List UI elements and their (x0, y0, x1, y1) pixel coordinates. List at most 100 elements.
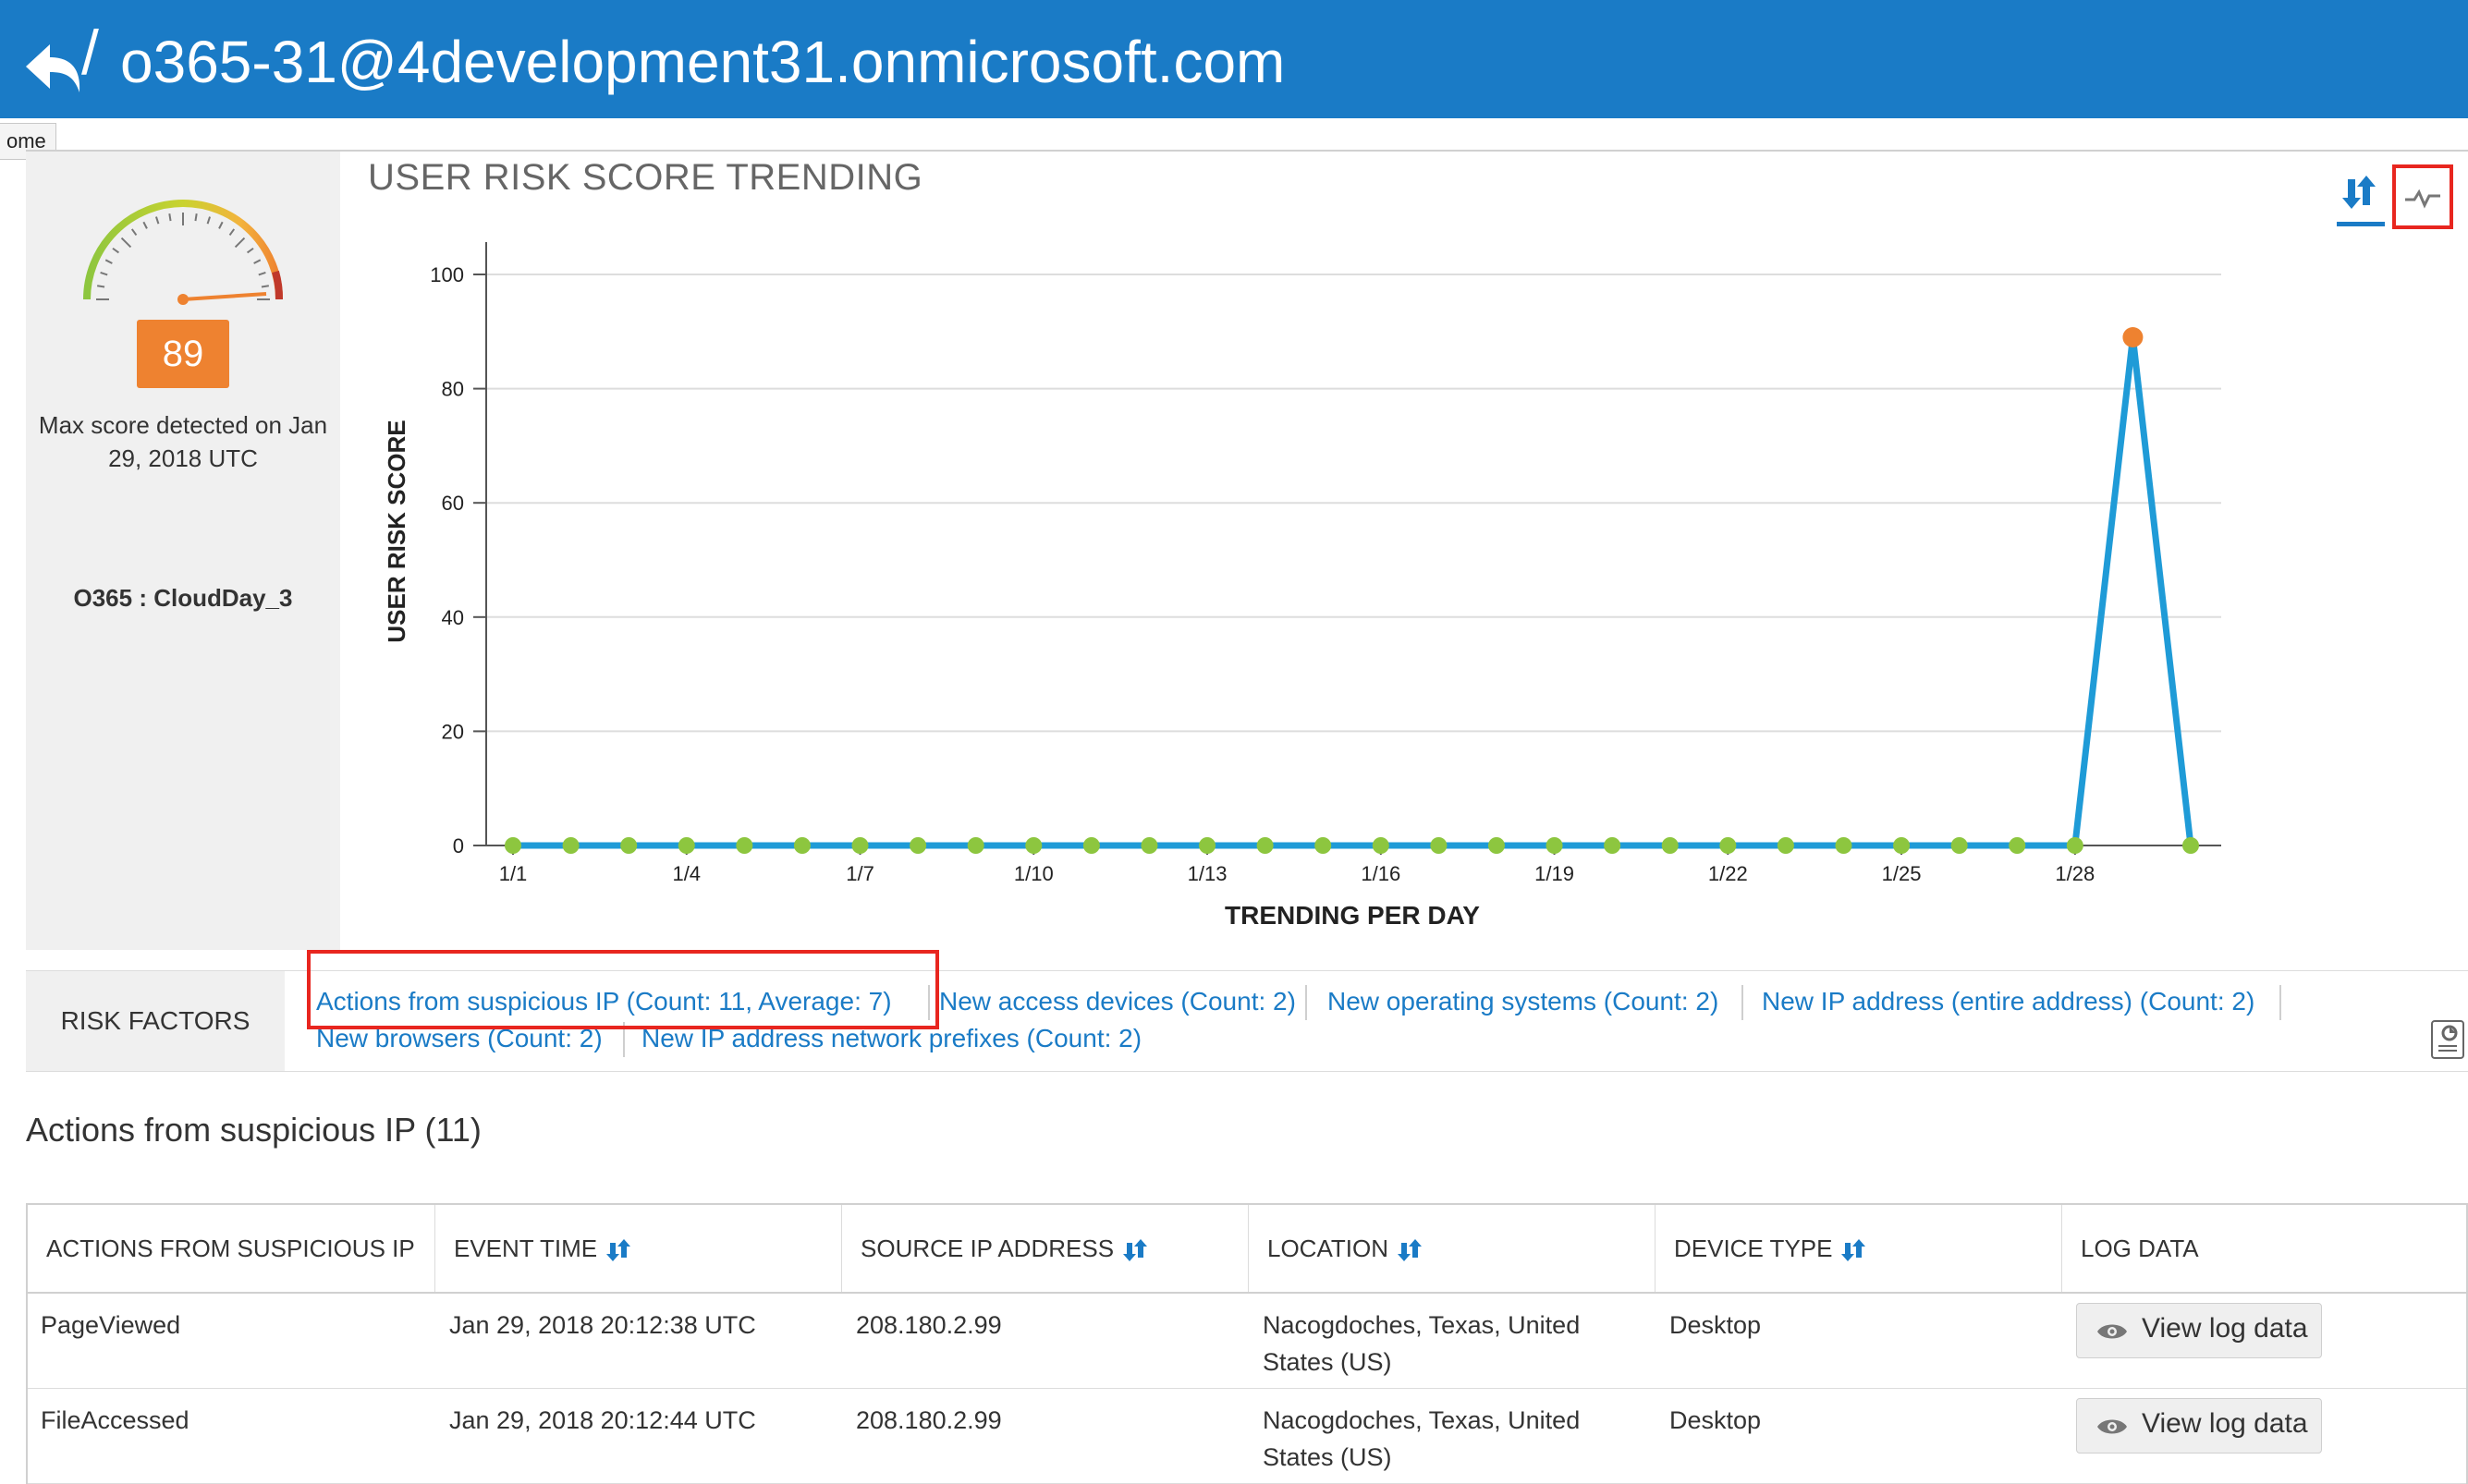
gauge-tick (155, 216, 160, 225)
line-chart-toggle-button[interactable] (2392, 164, 2453, 229)
x-tick-label: 1/7 (846, 862, 874, 885)
column-header-source-ip[interactable]: SOURCE IP ADDRESS (841, 1205, 1248, 1292)
data-point (2009, 837, 2026, 854)
chart-title: USER RISK SCORE TRENDING (368, 157, 923, 198)
data-point (1835, 837, 1852, 854)
risk-factor-suspicious-ip[interactable]: Actions from suspicious IP (Count: 11, A… (316, 987, 892, 1016)
y-tick-label: 100 (430, 263, 464, 286)
x-tick-label: 1/25 (1882, 862, 1922, 885)
column-header-log-data: LOG DATA (2061, 1205, 2468, 1292)
series-line (513, 334, 2194, 849)
data-point (678, 837, 695, 854)
gauge-tick (218, 221, 224, 229)
data-point (1430, 837, 1448, 854)
data-point (910, 837, 927, 854)
sort-icon[interactable] (605, 1237, 632, 1263)
data-point (851, 837, 869, 854)
gauge-tick (253, 259, 262, 264)
data-point (2122, 326, 2144, 347)
data-point (793, 837, 811, 854)
divider (26, 150, 2468, 152)
gauge-tick (206, 216, 211, 225)
x-axis-label: TRENDING PER DAY (1225, 901, 1480, 930)
gauge-tick (168, 213, 172, 222)
gauge-tick (104, 259, 113, 264)
y-tick-label: 20 (442, 720, 464, 743)
gauge-tick (100, 272, 108, 276)
cell-device-type: Desktop (1669, 1311, 1762, 1339)
data-point (1141, 837, 1158, 854)
cell-source-ip: 208.180.2.99 (856, 1406, 1002, 1434)
data-point (562, 837, 580, 854)
data-point (1314, 837, 1332, 854)
sort-icon[interactable] (1839, 1237, 1867, 1263)
risk-gauge-icon (83, 200, 284, 305)
data-point (1546, 837, 1563, 854)
separator (1741, 985, 1743, 1020)
cell-source-ip: 208.180.2.99 (856, 1311, 1002, 1339)
gauge-tick (234, 237, 246, 249)
sort-icon[interactable] (1396, 1237, 1423, 1263)
risk-factors-label: RISK FACTORS (60, 1006, 250, 1035)
separator (928, 985, 930, 1020)
gauge-tick (112, 247, 120, 254)
y-tick-label: 80 (442, 378, 464, 401)
page-title: o365-31@4development31.onmicrosoft.com (120, 29, 1286, 95)
report-icon[interactable] (2431, 1020, 2464, 1059)
x-tick-label: 1/10 (1014, 862, 1054, 885)
gauge-tick (130, 228, 138, 237)
view-log-data-button[interactable]: View log data (2076, 1398, 2322, 1454)
cell-action: PageViewed (41, 1311, 181, 1339)
risk-factor-new-ip-address[interactable]: New IP address (entire address) (Count: … (1762, 987, 2254, 1016)
gauge-tick (120, 237, 132, 249)
sort-chart-toggle-button[interactable] (2337, 168, 2385, 226)
risk-factor-new-ip-prefixes[interactable]: New IP address network prefixes (Count: … (641, 1024, 1142, 1053)
back-arrow-icon[interactable] (22, 39, 89, 98)
data-point (2182, 837, 2199, 854)
cell-location: Nacogdoches, Texas, United States (US) (1263, 1406, 1581, 1471)
data-point (1604, 837, 1621, 854)
y-tick-label: 0 (453, 834, 464, 858)
y-tick-label: 60 (442, 492, 464, 515)
x-tick-label: 1/13 (1188, 862, 1228, 885)
separator (1305, 985, 1307, 1020)
sort-arrows-icon (2342, 176, 2376, 209)
risk-factor-new-os[interactable]: New operating systems (Count: 2) (1327, 987, 1718, 1016)
cell-location: Nacogdoches, Texas, United States (US) (1263, 1311, 1581, 1376)
data-point (1893, 837, 1911, 854)
eye-icon (2097, 1324, 2127, 1339)
sort-icon[interactable] (1121, 1237, 1149, 1263)
x-tick-label: 1/28 (2055, 862, 2095, 885)
gauge-tick (194, 213, 198, 222)
risk-factor-new-browsers[interactable]: New browsers (Count: 2) (316, 1024, 603, 1053)
data-point (620, 837, 638, 854)
suspicious-ip-table: ACTIONS FROM SUSPICIOUS IP EVENT TIME SO… (26, 1203, 2468, 1484)
y-tick-label: 40 (442, 606, 464, 629)
cell-device-type: Desktop (1669, 1406, 1762, 1434)
gauge-tick (246, 247, 254, 254)
gauge-tick (228, 228, 236, 237)
table-row: FileAccessed Jan 29, 2018 20:12:44 UTC 2… (28, 1389, 2466, 1484)
data-point (1950, 837, 1968, 854)
view-log-data-button[interactable]: View log data (2076, 1303, 2322, 1358)
data-point (2066, 837, 2083, 854)
section-title: Actions from suspicious IP (11) (26, 1111, 482, 1149)
column-header-event-time[interactable]: EVENT TIME (434, 1205, 841, 1292)
risk-trend-chart: 0 20 40 60 80 100 1/1 1/4 1/7 1/10 1/13 1/16 1/19 1/… (383, 242, 2221, 930)
data-point (505, 837, 521, 854)
data-point (1199, 837, 1216, 854)
separator (2279, 985, 2281, 1020)
gauge-tick (142, 221, 148, 229)
breadcrumb-separator: / (81, 18, 99, 88)
x-tick-label: 1/4 (672, 862, 701, 885)
risk-factors-row: RISK FACTORS (26, 970, 2468, 1072)
column-header-device-type[interactable]: DEVICE TYPE (1655, 1205, 2061, 1292)
x-tick-label: 1/19 (1534, 862, 1574, 885)
x-tick-label: 1/1 (499, 862, 528, 885)
y-axis-label: USER RISK SCORE (383, 420, 410, 642)
column-header-location[interactable]: LOCATION (1248, 1205, 1655, 1292)
separator (623, 1022, 625, 1057)
risk-factor-new-devices[interactable]: New access devices (Count: 2) (939, 987, 1296, 1016)
risk-factors-label-cell: RISK FACTORS (26, 971, 285, 1071)
gauge-tick (258, 272, 266, 276)
